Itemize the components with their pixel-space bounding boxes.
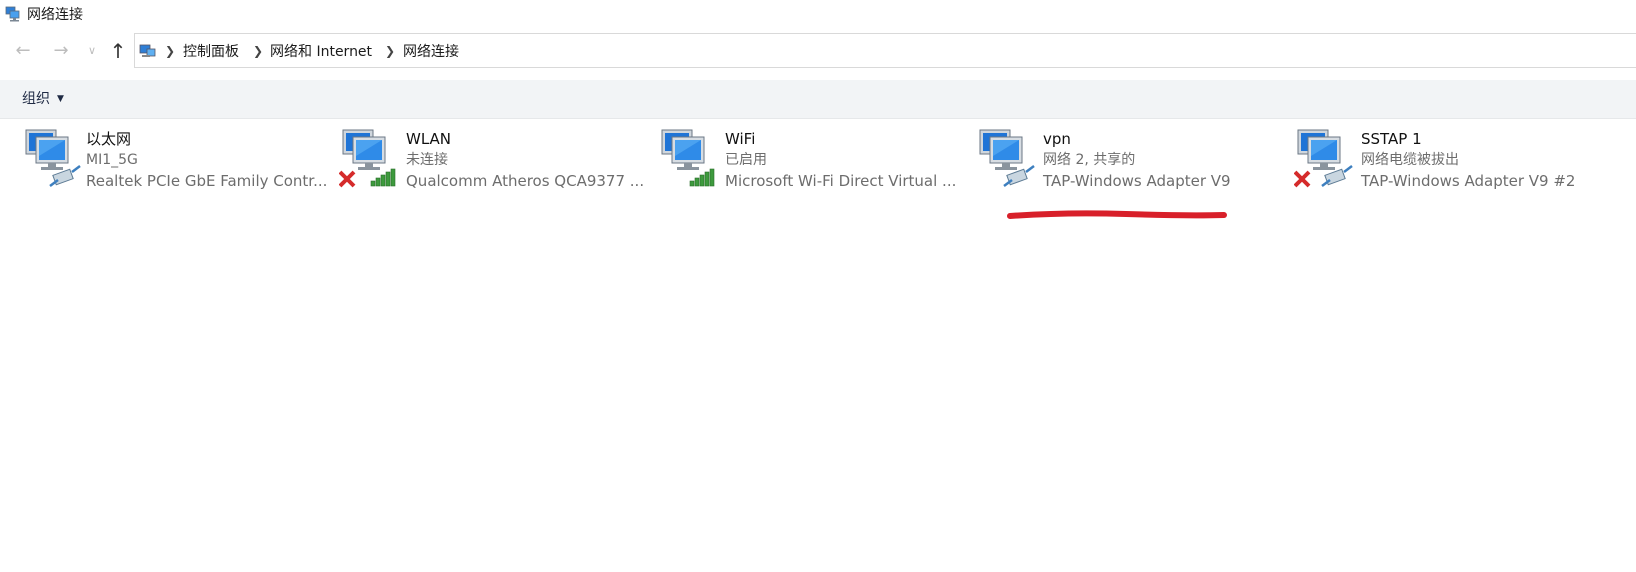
organize-button[interactable]: 组织 — [22, 90, 50, 108]
breadcrumb-separator-icon: ❯ — [385, 44, 396, 58]
connection-item-sstap[interactable]: SSTAP 1 网络电缆被拔出 TAP-Windows Adapter V9 #… — [1294, 126, 1624, 196]
connection-device: TAP-Windows Adapter V9 #2 — [1361, 172, 1576, 190]
connection-item-wlan[interactable]: WLAN 未连接 Qualcomm Atheros QCA9377 ... — [339, 126, 644, 196]
connection-device: Microsoft Wi-Fi Direct Virtual ... — [725, 172, 957, 190]
network-adapter-icon — [1294, 129, 1353, 188]
disconnected-x-icon — [1294, 170, 1311, 188]
up-arrow-icon[interactable]: ↑ — [107, 40, 129, 62]
connection-status: MI1_5G — [86, 152, 138, 168]
connection-name: WiFi — [725, 130, 756, 148]
navigation-row: ← → ∨ ↑ ❯ 控制面板 ❯ 网络和 Internet ❯ 网络连接 — [0, 33, 1636, 71]
connection-item-vpn[interactable]: vpn 网络 2, 共享的 TAP-Windows Adapter V9 — [976, 126, 1276, 196]
wireless-adapter-icon — [661, 129, 715, 187]
address-bar[interactable]: ❯ 控制面板 ❯ 网络和 Internet ❯ 网络连接 — [134, 33, 1636, 68]
annotation-underline — [1007, 210, 1227, 219]
network-adapter-icon — [25, 129, 81, 187]
window-title: 网络连接 — [27, 7, 83, 23]
breadcrumb-network-internet[interactable]: 网络和 Internet — [270, 43, 372, 61]
signal-bars-icon — [370, 168, 396, 187]
connection-status: 已启用 — [725, 152, 767, 168]
connection-status: 网络 2, 共享的 — [1043, 152, 1136, 168]
title-bar: 网络连接 — [0, 0, 1636, 30]
connection-device: Qualcomm Atheros QCA9377 ... — [406, 172, 645, 190]
breadcrumb-separator-icon: ❯ — [165, 44, 176, 58]
forward-arrow-icon[interactable]: → — [50, 40, 72, 62]
connection-device: TAP-Windows Adapter V9 — [1043, 172, 1231, 190]
breadcrumb-network-connections[interactable]: 网络连接 — [403, 43, 459, 61]
connection-name: vpn — [1043, 130, 1071, 148]
connection-item-ethernet[interactable]: 以太网 MI1_5G Realtek PCIe GbE Family Contr… — [22, 126, 327, 196]
connection-name: WLAN — [406, 130, 452, 148]
connection-device: Realtek PCIe GbE Family Contr... — [86, 172, 328, 190]
chevron-down-icon[interactable]: ∨ — [81, 40, 103, 62]
back-arrow-icon[interactable]: ← — [12, 40, 34, 62]
control-panel-icon — [139, 44, 156, 57]
connection-status: 未连接 — [406, 152, 448, 168]
disconnected-x-icon — [339, 170, 356, 188]
dropdown-caret-icon[interactable]: ▼ — [57, 92, 64, 106]
wireless-adapter-icon — [339, 129, 396, 188]
network-connections-icon — [5, 6, 20, 22]
connection-name: SSTAP 1 — [1361, 130, 1422, 148]
signal-bars-icon — [689, 168, 715, 187]
command-bar: 组织 ▼ — [0, 80, 1636, 119]
breadcrumb-control-panel[interactable]: 控制面板 — [183, 43, 239, 61]
connection-status: 网络电缆被拔出 — [1361, 152, 1459, 168]
connection-item-wifi[interactable]: WiFi 已启用 Microsoft Wi-Fi Direct Virtual … — [658, 126, 958, 196]
connection-name: 以太网 — [86, 130, 132, 148]
breadcrumb-separator-icon: ❯ — [253, 44, 264, 58]
network-adapter-icon — [979, 129, 1035, 187]
